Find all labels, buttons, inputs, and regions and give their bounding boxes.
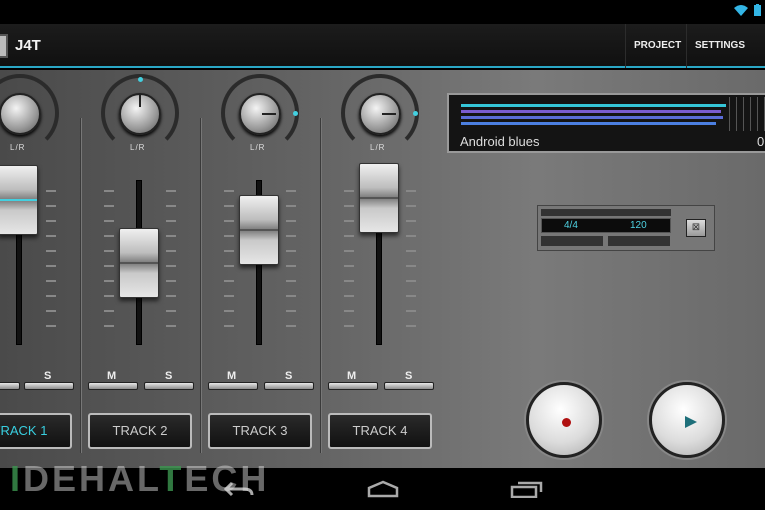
solo-label: S	[285, 370, 293, 382]
strip-divider	[80, 118, 82, 453]
counter-panel: 4/4 120 ⊠	[537, 205, 715, 251]
fader-handle-1[interactable]	[0, 165, 38, 235]
counter-header	[541, 209, 671, 216]
knob-dot	[138, 77, 143, 82]
battery-icon	[754, 4, 761, 16]
watermark-part: I	[10, 458, 24, 499]
fader-scale	[46, 190, 56, 340]
track-bar	[461, 122, 716, 125]
mute-button-3[interactable]	[208, 382, 258, 390]
strip-divider	[320, 118, 322, 453]
knob-indicator	[262, 113, 276, 115]
track-bar	[461, 116, 723, 119]
fader-handle-3[interactable]	[239, 195, 279, 265]
tempo-value: 120	[630, 220, 647, 231]
solo-button-3[interactable]	[264, 382, 314, 390]
app-icon[interactable]	[0, 34, 8, 58]
song-display[interactable]: Android blues 0	[447, 93, 765, 153]
track-button-1[interactable]: TRACK 1	[0, 413, 72, 449]
mute-label: M	[347, 370, 357, 382]
watermark: IDEHALTECH	[10, 458, 269, 500]
watermark-part: ECH	[184, 458, 270, 499]
strip-divider	[200, 118, 202, 453]
status-bar	[0, 0, 765, 24]
solo-button-2[interactable]	[144, 382, 194, 390]
metronome-icon: ⊠	[691, 222, 701, 233]
record-button[interactable]	[526, 382, 602, 458]
metronome-button[interactable]: ⊠	[686, 219, 706, 237]
watermark-part: DEHAL	[23, 458, 160, 499]
play-button[interactable]	[649, 382, 725, 458]
pan-label: L/R	[370, 143, 386, 152]
mute-label: M	[227, 370, 237, 382]
mute-label: M	[107, 370, 117, 382]
fader-scale	[344, 190, 354, 340]
counter-display: 4/4 120	[541, 218, 671, 233]
fader-handle-4[interactable]	[359, 163, 399, 233]
timeline-grid	[729, 97, 765, 131]
solo-label: S	[405, 370, 413, 382]
track-bar	[461, 110, 721, 113]
settings-button[interactable]: SETTINGS	[686, 24, 753, 68]
solo-label: S	[44, 370, 52, 382]
app-root: J4T PROJECT SETTINGS L/R S TRACK 1 L/R	[0, 0, 765, 510]
knob-indicator	[139, 95, 141, 107]
project-button[interactable]: PROJECT	[625, 24, 689, 68]
fader-handle-2[interactable]	[119, 228, 159, 298]
action-bar: J4T PROJECT SETTINGS	[0, 24, 765, 68]
mute-button-1[interactable]	[0, 382, 20, 390]
mute-button-2[interactable]	[88, 382, 138, 390]
tempo-button[interactable]	[608, 236, 670, 246]
song-position: 0	[757, 134, 765, 149]
track-button-2[interactable]: TRACK 2	[88, 413, 192, 449]
knob-indicator	[382, 113, 396, 115]
track-bar	[461, 104, 726, 107]
watermark-part: T	[159, 458, 185, 499]
track-button-4[interactable]: TRACK 4	[328, 413, 432, 449]
solo-button-4[interactable]	[384, 382, 434, 390]
knob-dot	[413, 111, 418, 116]
fader-scale	[224, 190, 234, 340]
knob-dot	[293, 111, 298, 116]
recent-apps-icon[interactable]	[510, 480, 544, 498]
song-name: Android blues	[460, 134, 540, 149]
fader-scale	[286, 190, 296, 340]
time-signature: 4/4	[564, 220, 578, 231]
pan-label: L/R	[10, 143, 26, 152]
mute-button-4[interactable]	[328, 382, 378, 390]
home-icon[interactable]	[366, 480, 400, 498]
track-overview	[461, 101, 726, 127]
meter-button[interactable]	[541, 236, 603, 246]
app-title: J4T	[15, 37, 41, 54]
solo-button-1[interactable]	[24, 382, 74, 390]
track-button-3[interactable]: TRACK 3	[208, 413, 312, 449]
fader-scale	[406, 190, 416, 340]
fader-scale	[104, 190, 114, 340]
play-icon	[685, 416, 697, 428]
pan-label: L/R	[130, 143, 146, 152]
mixer-panel: L/R S TRACK 1 L/R M S TRACK 2	[0, 70, 765, 468]
solo-label: S	[165, 370, 173, 382]
wifi-icon	[734, 5, 748, 16]
pan-label: L/R	[250, 143, 266, 152]
fader-scale	[166, 190, 176, 340]
record-icon	[562, 418, 571, 427]
pan-knob-1[interactable]	[0, 93, 41, 135]
